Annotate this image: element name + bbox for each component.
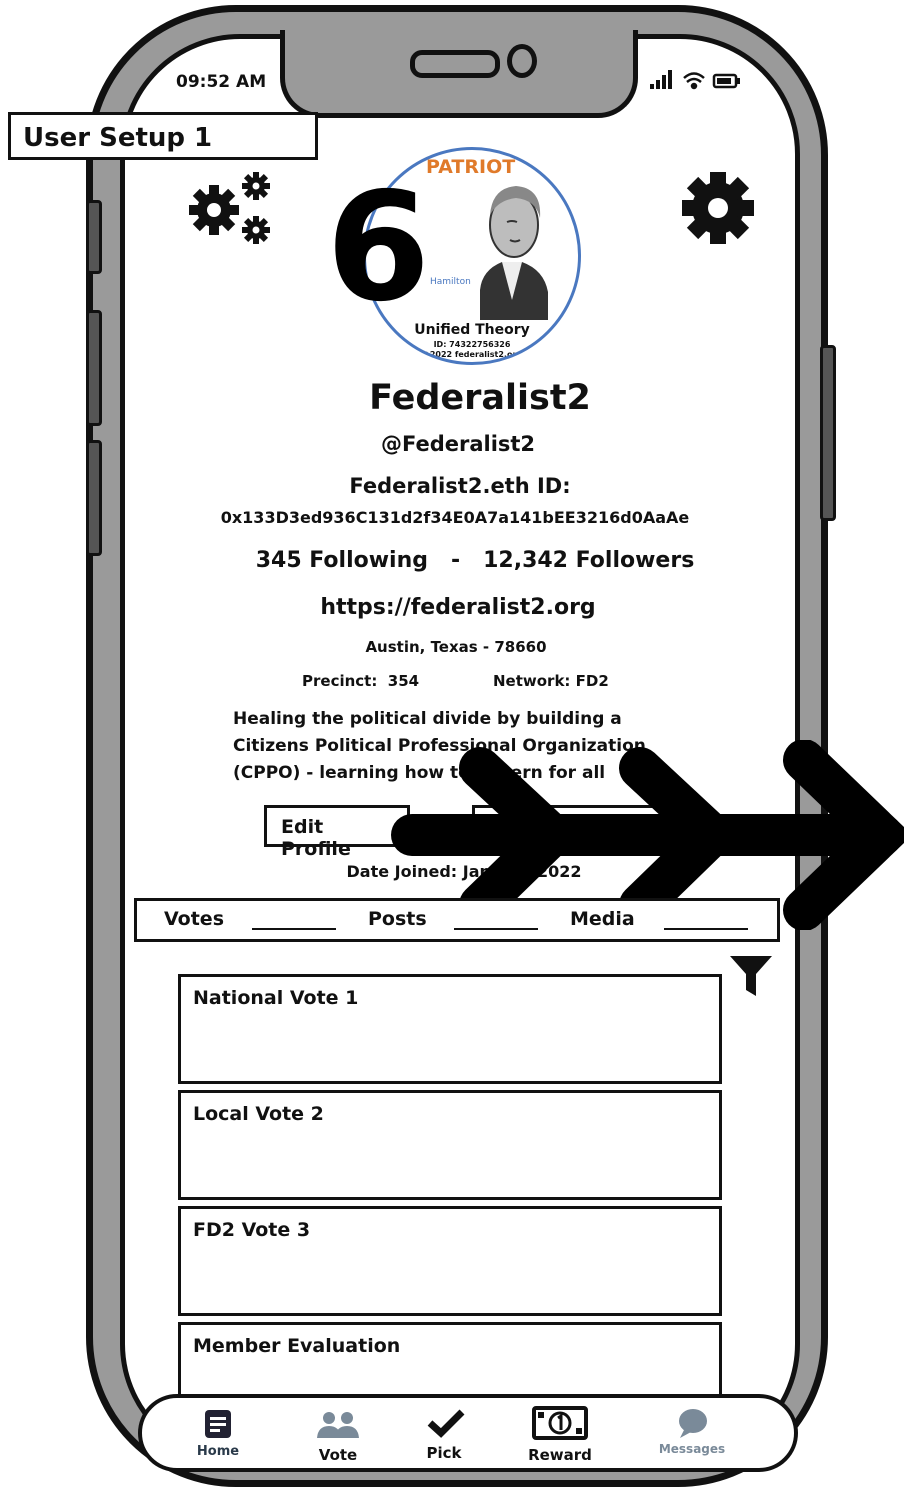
precinct: Precinct: 354 [302,672,420,690]
wifi-icon [683,72,705,90]
chat-bubble-icon [679,1409,707,1438]
profile-url[interactable]: https://federalist2.org [118,595,798,620]
profile-location: Austin, Texas - 78660 [365,638,547,656]
tab-messages[interactable]: Messages [642,1398,742,1470]
badge-id: ID: 74322756326 [433,340,511,349]
tab-pick-label: Pick [426,1444,462,1462]
vote-card-local[interactable]: Local Vote 2 [178,1090,722,1200]
profile-name: Federalist2 [369,378,591,418]
tab-vote[interactable]: Vote [288,1398,388,1470]
follow-stats[interactable]: 345 Following - 12,342 Followers [190,548,760,573]
level-number: 6 [326,161,431,335]
tab-pick[interactable]: Pick [394,1398,494,1470]
edit-profile-button[interactable]: Edit Profile [264,805,410,860]
people-icon [317,1412,359,1438]
badge-top-text: PATRIOT [426,156,516,178]
content-tabs [134,898,780,942]
network-settings-icon[interactable] [188,170,274,252]
vote-card-national[interactable]: National Vote 1 [178,974,722,1084]
money-bill-icon [532,1406,588,1440]
network: Network: FD2 [493,672,609,690]
checkmark-icon [427,1409,465,1438]
tab-posts-underline [454,928,538,930]
signal-icon [650,70,672,89]
settings-gear-icon[interactable] [678,168,758,252]
bottom-tab-bar: Home Vote Pick Reward Messages [138,1394,798,1472]
eth-address: 0x133D3ed936C131d2f34E0A7a141bEE3216d0Aa… [220,508,690,527]
tab-votes-underline [252,928,336,930]
phone-notch [280,30,638,118]
tab-messages-label: Messages [658,1442,726,1456]
status-icons [650,68,750,96]
tab-vote-label: Vote [318,1446,358,1464]
volume-down-button [86,440,102,556]
volume-up-button [86,310,102,426]
badge-copyright: ©2022 federalist2.org [421,350,523,359]
tab-reward[interactable]: Reward [510,1398,610,1470]
status-time: 09:52 AM [176,72,267,92]
badge-side-text: Hamilton [430,277,471,287]
screen-label: User Setup 1 [8,112,318,160]
tab-home-label: Home [196,1444,240,1459]
filter-icon[interactable] [728,954,774,1002]
battery-icon [712,73,740,89]
bio-line: Healing the political divide by building… [233,709,622,729]
profile-handle: @Federalist2 [380,432,536,456]
silent-switch [86,200,102,274]
tab-media-underline [664,928,748,930]
home-icon [205,1410,231,1438]
tab-media[interactable]: Media [570,908,635,930]
tab-home[interactable]: Home [168,1398,268,1470]
tab-posts[interactable]: Posts [368,908,427,930]
tab-votes[interactable]: Votes [164,908,224,930]
eth-label: Federalist2.eth ID: [349,474,571,498]
vote-card-fd2[interactable]: FD2 Vote 3 [178,1206,722,1316]
camera-icon [507,44,537,78]
speaker-grille [410,50,500,78]
tab-reward-label: Reward [528,1446,592,1464]
badge-portrait [462,170,562,334]
power-button [820,345,836,521]
